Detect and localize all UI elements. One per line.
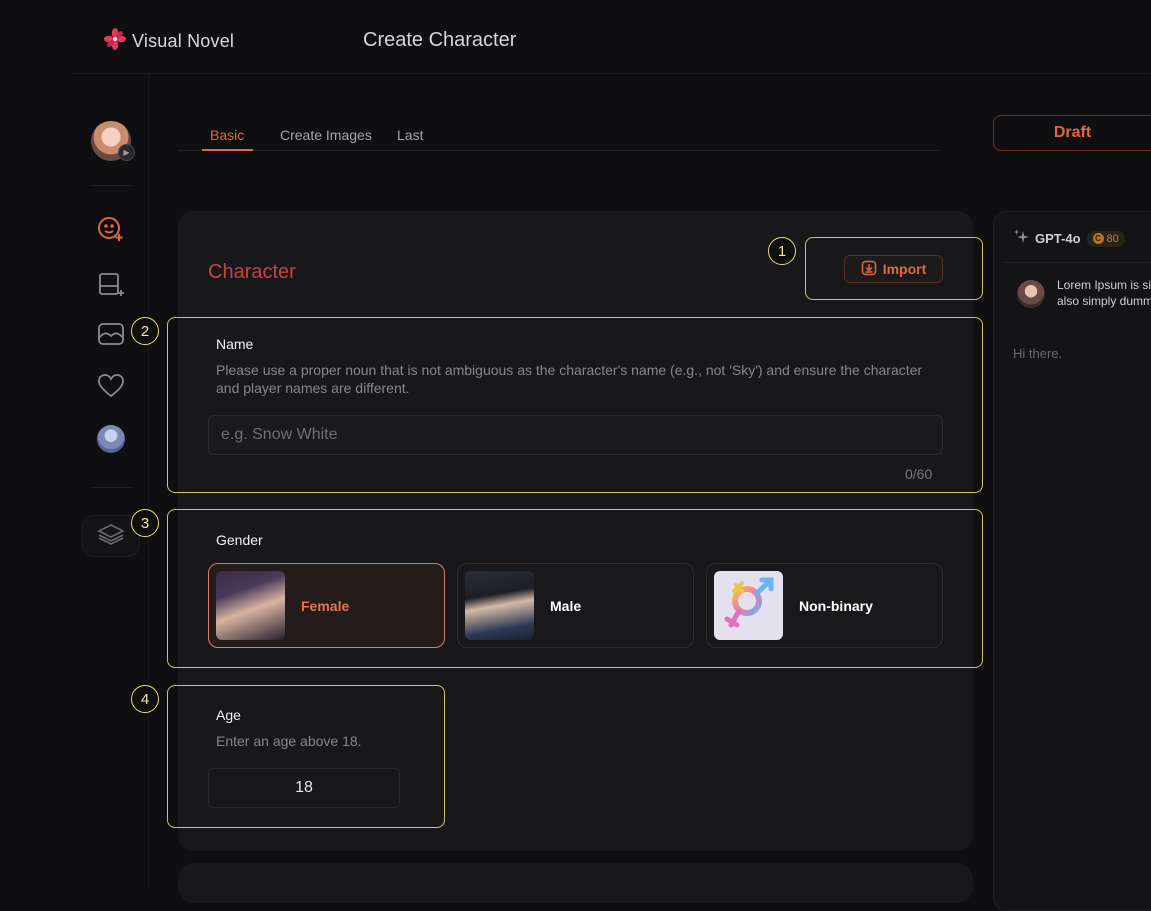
name-highlight xyxy=(167,317,983,493)
chat-message-line2: also simply dummy xyxy=(1057,294,1151,308)
age-input[interactable]: 18 xyxy=(208,768,400,808)
gender-option-non-binary[interactable]: Non-binary xyxy=(706,563,943,648)
chat-message: Lorem Ipsum is simply dummy text also si… xyxy=(1057,277,1151,309)
sparkle-icon xyxy=(1013,228,1029,249)
sidebar-item-create-character[interactable] xyxy=(96,216,126,246)
sidebar-divider xyxy=(91,487,131,488)
flower-logo-icon xyxy=(104,28,126,55)
credit-badge: C 80 xyxy=(1086,230,1125,247)
page-title: Create Character xyxy=(363,29,517,51)
play-icon[interactable]: ▶ xyxy=(118,144,135,161)
next-form-panel xyxy=(178,863,973,903)
brand-name: Visual Novel xyxy=(132,31,235,51)
name-input[interactable]: e.g. Snow White xyxy=(208,415,943,455)
chat-preview-panel xyxy=(993,211,1151,911)
gender-option-label: Male xyxy=(550,598,582,614)
brand-logo[interactable]: Visual Novel xyxy=(104,28,234,55)
active-tab-indicator xyxy=(202,149,253,151)
gender-option-female[interactable]: Female xyxy=(208,563,445,648)
sidebar-item-favorites[interactable] xyxy=(96,373,126,403)
credit-count: 80 xyxy=(1106,232,1119,245)
female-character-image xyxy=(216,571,285,640)
tab-last[interactable]: Last xyxy=(397,127,423,143)
draft-button[interactable]: Draft xyxy=(993,115,1151,151)
coin-icon: C xyxy=(1092,233,1104,244)
name-hint-line2: and player names are different. xyxy=(216,380,410,396)
name-hint-line1: Please use a proper noun that is not amb… xyxy=(216,362,923,378)
step-number-3: 3 xyxy=(131,509,159,537)
smiley-add-icon xyxy=(97,215,125,248)
add-page-icon xyxy=(97,270,125,303)
sidebar-item-gallery[interactable] xyxy=(96,321,126,351)
gender-symbol-image xyxy=(714,571,783,640)
section-title: Character xyxy=(208,261,296,283)
tab-create-images[interactable]: Create Images xyxy=(280,127,372,143)
gender-option-male[interactable]: Male xyxy=(457,563,694,648)
gender-option-label: Non-binary xyxy=(799,598,873,614)
model-selector[interactable]: GPT-4o C 80 xyxy=(1013,228,1125,249)
name-char-counter: 0/60 xyxy=(905,466,933,482)
tab-basic[interactable]: Basic xyxy=(210,127,244,143)
sidebar-item-create-story[interactable] xyxy=(96,271,126,301)
name-label: Name xyxy=(216,336,254,352)
import-button[interactable]: Import xyxy=(844,255,943,283)
import-icon xyxy=(861,260,877,279)
step-number-2: 2 xyxy=(131,317,159,345)
chat-character-avatar xyxy=(1017,280,1045,308)
step-number-4: 4 xyxy=(131,685,159,713)
model-name: GPT-4o xyxy=(1035,231,1081,246)
age-label: Age xyxy=(216,707,241,723)
chat-greeting: Hi there. xyxy=(1013,346,1063,361)
chat-divider xyxy=(1003,262,1151,263)
sidebar-divider xyxy=(91,185,131,186)
step-number-1: 1 xyxy=(768,237,796,265)
age-hint: Enter an age above 18. xyxy=(216,733,362,749)
layers-icon xyxy=(97,522,125,551)
gender-option-label: Female xyxy=(301,598,350,614)
male-character-image xyxy=(465,571,534,640)
chat-message-line1: Lorem Ipsum is simply dummy text xyxy=(1057,278,1151,292)
heart-icon xyxy=(97,373,125,404)
gender-label: Gender xyxy=(216,532,263,548)
user-avatar[interactable] xyxy=(97,425,125,453)
gallery-icon xyxy=(97,320,125,353)
left-sidebar xyxy=(72,74,149,887)
import-label: Import xyxy=(882,261,927,277)
